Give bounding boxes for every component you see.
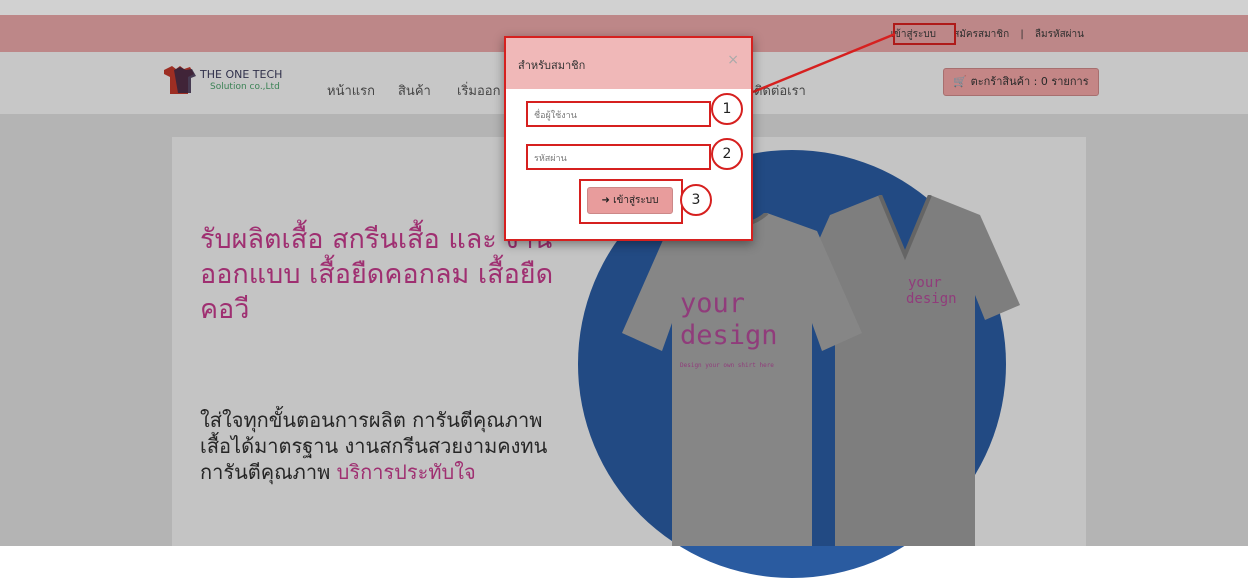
modal-header: สำหรับสมาชิก × — [506, 38, 751, 89]
login-submit-label: เข้าสู่ระบบ — [613, 195, 659, 206]
login-modal: สำหรับสมาชิก × ➜ เข้าสู่ระบบ — [504, 36, 753, 241]
password-field[interactable] — [526, 144, 711, 170]
username-field[interactable] — [526, 101, 711, 127]
step-badge-2: 2 — [711, 138, 743, 170]
login-submit-button[interactable]: ➜ เข้าสู่ระบบ — [587, 187, 673, 214]
username-input[interactable] — [528, 105, 709, 127]
password-input[interactable] — [528, 148, 709, 170]
modal-title: สำหรับสมาชิก — [518, 59, 586, 72]
sign-in-icon: ➜ — [601, 195, 610, 206]
step-badge-3: 3 — [680, 184, 712, 216]
close-icon[interactable]: × — [727, 52, 739, 68]
submit-highlight: ➜ เข้าสู่ระบบ — [579, 179, 683, 224]
step-badge-1: 1 — [711, 93, 743, 125]
